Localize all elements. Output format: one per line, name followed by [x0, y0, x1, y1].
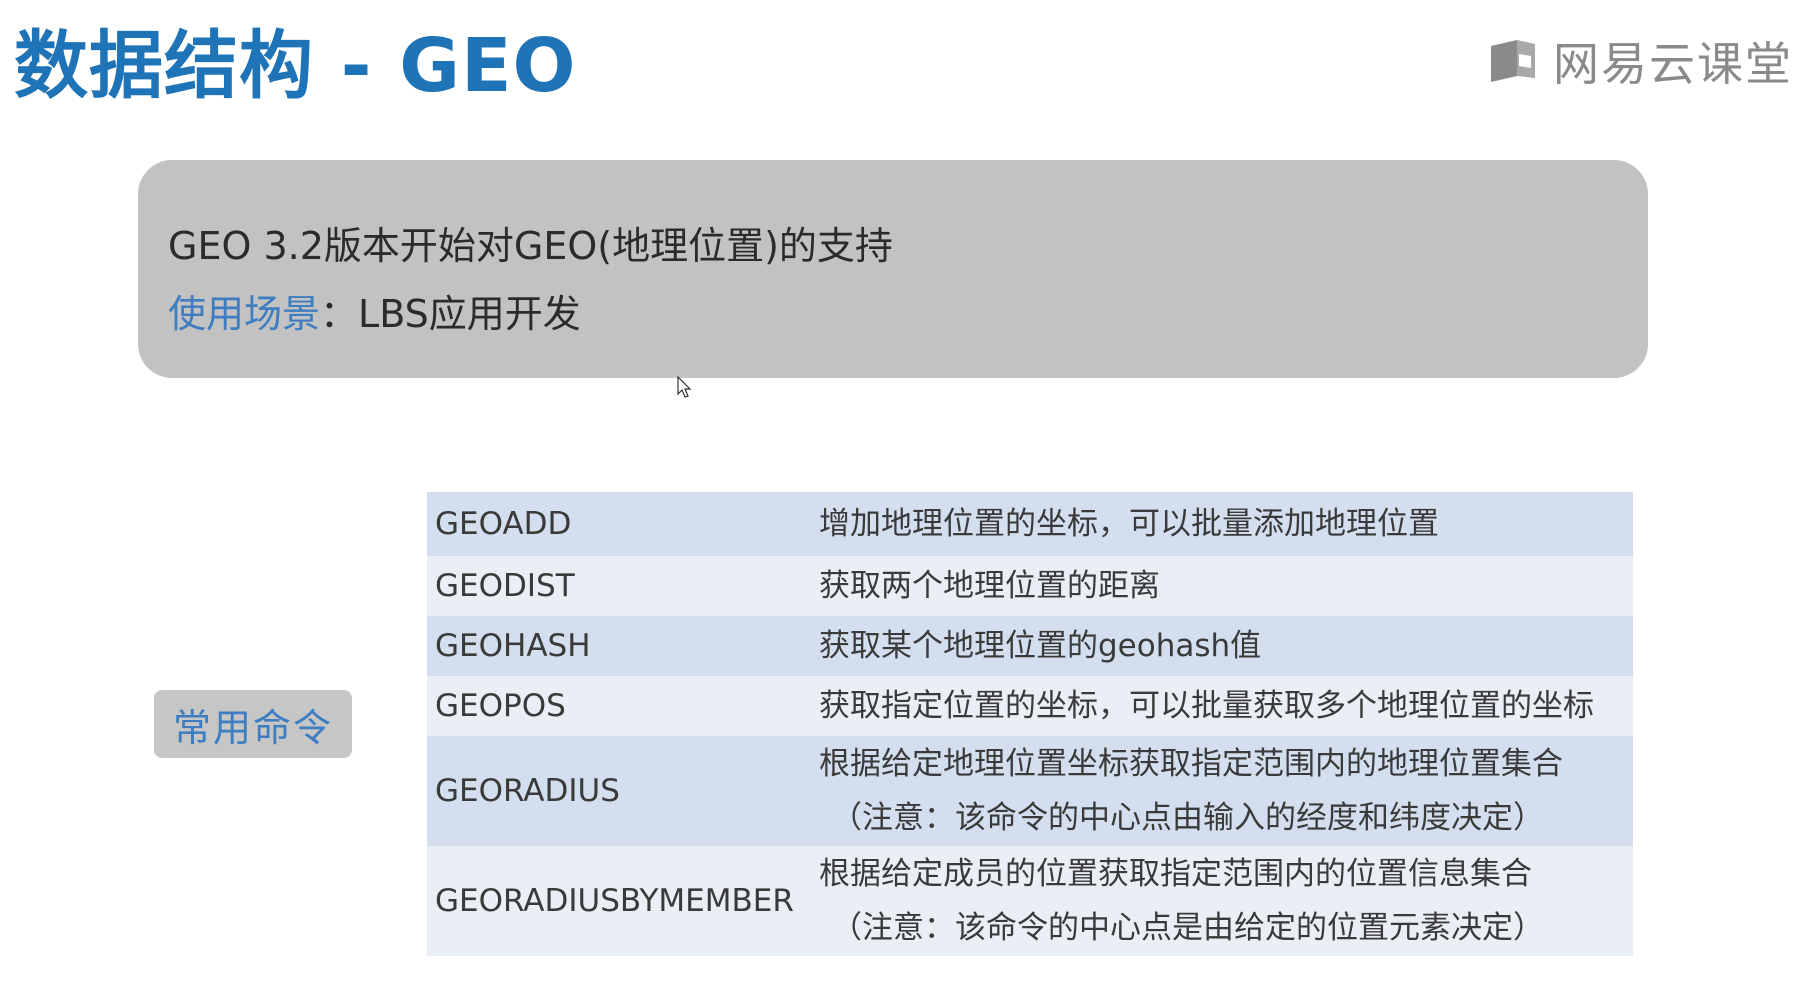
slide-title: 数据结构 - GEO	[14, 23, 577, 109]
brand-logo: 网易云课堂	[1487, 28, 1793, 94]
command-name: GEOHASH	[435, 628, 591, 664]
table-row: GEOHASH 获取某个地理位置的geohash值	[427, 616, 1633, 676]
usage-separator: ：	[320, 292, 359, 336]
table-row: GEORADIUSBYMEMBER 根据给定成员的位置获取指定范围内的位置信息集…	[427, 846, 1633, 956]
command-desc-text: 获取两个地理位置的距离	[819, 568, 1160, 604]
intro-panel: GEO 3.2版本开始对GEO(地理位置)的支持 使用场景：LBS应用开发	[138, 160, 1648, 378]
intro-line: GEO 3.2版本开始对GEO(地理位置)的支持	[168, 224, 893, 268]
usage-label: 使用场景	[168, 292, 321, 336]
command-note: （注意：该命令的中心点是由给定的位置元素决定）	[831, 910, 1544, 946]
command-description: 获取指定位置的坐标，可以批量获取多个地理位置的坐标	[819, 679, 1633, 733]
book-logo-icon	[1491, 40, 1535, 82]
command-description: 获取某个地理位置的geohash值	[819, 619, 1633, 673]
command-description: 增加地理位置的坐标，可以批量添加地理位置	[819, 497, 1633, 551]
mouse-cursor-icon	[677, 376, 692, 398]
command-name: GEOPOS	[435, 688, 566, 724]
usage-value: LBS应用开发	[358, 292, 581, 336]
command-desc-text: 根据给定成员的位置获取指定范围内的位置信息集合	[819, 856, 1532, 892]
command-name: GEODIST	[435, 568, 575, 604]
command-name: GEORADIUSBYMEMBER	[435, 883, 794, 919]
common-commands-badge: 常用命令	[154, 690, 352, 758]
command-description: 获取两个地理位置的距离	[819, 559, 1633, 613]
commands-table: GEOADD 增加地理位置的坐标，可以批量添加地理位置 GEODIST 获取两个…	[427, 492, 1633, 956]
command-name: GEORADIUS	[435, 773, 620, 809]
command-desc-text: 根据给定地理位置坐标获取指定范围内的地理位置集合	[819, 746, 1563, 782]
usage-line: 使用场景：LBS应用开发	[168, 280, 1648, 348]
command-desc-text: 获取指定位置的坐标，可以批量获取多个地理位置的坐标	[819, 688, 1594, 724]
command-desc-text: 增加地理位置的坐标，可以批量添加地理位置	[819, 506, 1439, 542]
table-row: GEOADD 增加地理位置的坐标，可以批量添加地理位置	[427, 492, 1633, 556]
table-row: GEOPOS 获取指定位置的坐标，可以批量获取多个地理位置的坐标	[427, 676, 1633, 736]
command-description: 根据给定地理位置坐标获取指定范围内的地理位置集合 （注意：该命令的中心点由输入的…	[819, 737, 1633, 845]
brand-name: 网易云课堂	[1553, 37, 1793, 91]
command-description: 根据给定成员的位置获取指定范围内的位置信息集合 （注意：该命令的中心点是由给定的…	[819, 847, 1633, 955]
table-row: GEORADIUS 根据给定地理位置坐标获取指定范围内的地理位置集合 （注意：该…	[427, 736, 1633, 846]
command-name: GEOADD	[435, 506, 572, 542]
table-row: GEODIST 获取两个地理位置的距离	[427, 556, 1633, 616]
command-note: （注意：该命令的中心点由输入的经度和纬度决定）	[831, 800, 1544, 836]
command-desc-text: 获取某个地理位置的geohash值	[819, 628, 1262, 664]
